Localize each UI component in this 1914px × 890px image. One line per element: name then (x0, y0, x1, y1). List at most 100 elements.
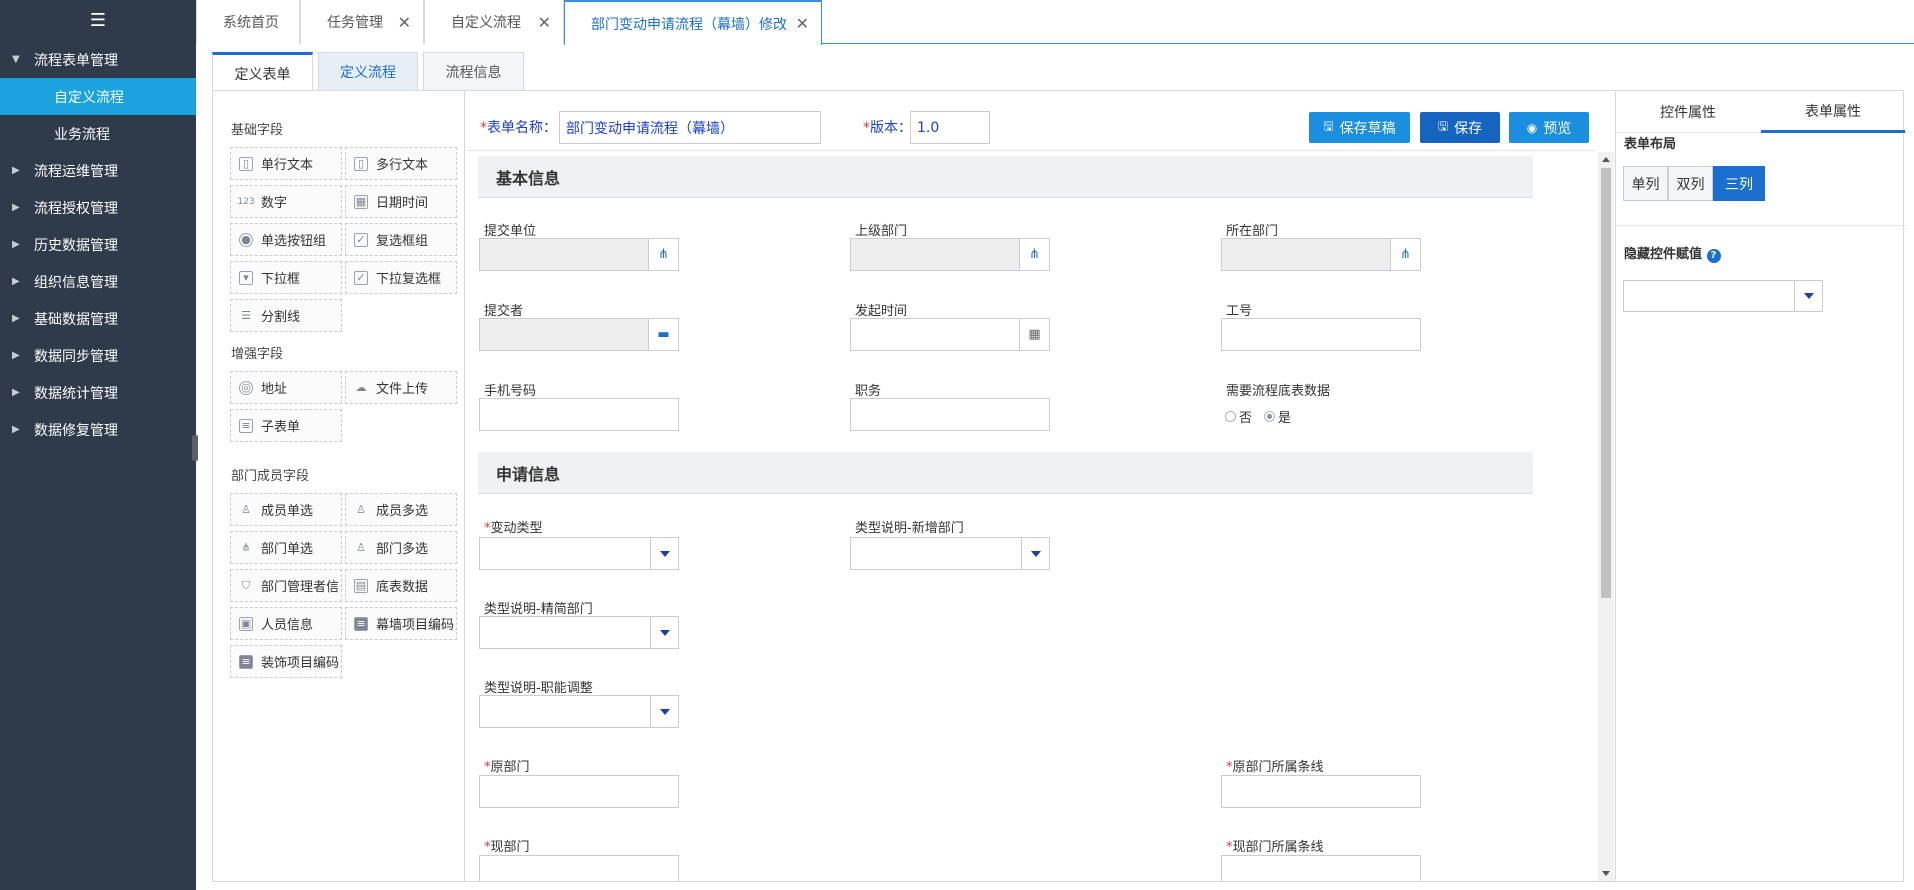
scrollbar-thumb[interactable] (1601, 168, 1611, 598)
start-time-input[interactable]: ▦ (850, 318, 1050, 351)
field-datetime[interactable]: ▦ 日期时间 (345, 185, 457, 218)
caret-right-icon: ▶ (12, 424, 20, 435)
field-label: 类型说明-新增部门 (855, 521, 964, 536)
field-dept-manager[interactable]: ⛉ 部门管理者信 (230, 569, 342, 602)
version-input[interactable]: 1.0 (910, 111, 990, 144)
chevron-down-icon[interactable] (650, 538, 678, 569)
tab-control-props[interactable]: 控件属性 (1616, 91, 1760, 133)
tab-flow-info[interactable]: 流程信息 (423, 52, 524, 90)
layout-double[interactable]: 双列 (1668, 166, 1713, 201)
contact-card-icon[interactable]: ▬ (648, 319, 678, 350)
multi-dropdown-icon: ✓ (354, 270, 368, 285)
close-icon[interactable]: ✕ (398, 13, 411, 32)
field-file-upload[interactable]: ☁ 文件上传 (345, 371, 457, 404)
sidebar-collapse-handle[interactable] (192, 435, 198, 461)
sidebar-item-label: 数据同步管理 (34, 348, 118, 365)
tab-define-flow[interactable]: 定义流程 (318, 52, 418, 90)
field-address[interactable]: ◎ 地址 (230, 371, 342, 404)
field-dept-single[interactable]: ⋔ 部门单选 (230, 531, 342, 564)
field-member-multi[interactable]: ♙ 成员多选 (345, 493, 457, 526)
type-function-select[interactable] (479, 695, 679, 728)
tab-form-props[interactable]: 表单属性 (1761, 91, 1905, 133)
form-canvas: *表单名称： 部门变动申请流程（幕墙） *版本： 1.0 🖫 保存草稿 🖫 保存 ◉… (466, 91, 1596, 881)
chevron-down-icon[interactable] (1794, 281, 1822, 311)
new-dept-input[interactable] (479, 855, 679, 881)
scroll-down-icon[interactable] (1602, 871, 1610, 876)
field-member-single[interactable]: ♙ 成员单选 (230, 493, 342, 526)
tab-task-mgmt[interactable]: 任务管理 ✕ (300, 0, 424, 44)
field-curtain-wall-code[interactable]: ≡ 幕墙项目编码 (345, 607, 457, 640)
org-chart-icon[interactable]: ⋔ (1019, 239, 1049, 270)
help-icon[interactable]: ? (1706, 249, 1721, 263)
position-input[interactable] (850, 398, 1050, 431)
current-dept-input[interactable]: ⋔ (1221, 238, 1421, 271)
org-chart-icon[interactable]: ⋔ (1390, 239, 1420, 270)
form-scrollbar[interactable] (1598, 152, 1614, 881)
sidebar-item-form-mgmt[interactable]: ▼ 流程表单管理 (0, 41, 196, 78)
org-chart-icon[interactable]: ⋔ (648, 239, 678, 270)
scroll-up-icon[interactable] (1602, 157, 1610, 162)
sidebar-subitem-custom-flow[interactable]: 自定义流程 (0, 78, 196, 115)
section-basic-info: 基本信息 (478, 156, 1533, 198)
field-single-text[interactable]: ▯ 单行文本 (230, 147, 342, 180)
field-decoration-code[interactable]: ≡ 装饰项目编码 (230, 645, 342, 678)
orig-dept-line-input[interactable] (1221, 775, 1421, 808)
sidebar-item-label: 历史数据管理 (34, 237, 118, 254)
field-divider[interactable]: ☰ 分割线 (230, 299, 342, 332)
form-name-input[interactable]: 部门变动申请流程（幕墙） (559, 111, 821, 144)
new-dept-line-input[interactable] (1221, 855, 1421, 881)
radio-no[interactable] (1225, 411, 1236, 422)
tab-custom-flow[interactable]: 自定义流程 ✕ (424, 0, 564, 44)
phone-input[interactable] (479, 398, 679, 431)
field-label: 成员多选 (376, 504, 429, 519)
field-subform[interactable]: ≡ 子表单 (230, 409, 342, 442)
button-label: 保存草稿 (1339, 120, 1396, 137)
chevron-down-icon[interactable] (650, 617, 678, 648)
submit-unit-input[interactable]: ⋔ (479, 238, 679, 271)
change-type-select[interactable] (479, 537, 679, 570)
field-base-table[interactable]: ▤ 底表数据 (345, 569, 457, 602)
layout-single[interactable]: 单列 (1623, 166, 1668, 201)
close-icon[interactable]: ✕ (538, 13, 551, 32)
segment-label: 双列 (1676, 176, 1705, 193)
sidebar-item-label: 数据统计管理 (34, 385, 118, 402)
calendar-icon[interactable]: ▦ (1019, 319, 1049, 350)
menu-toggle-icon[interactable]: ☰ (0, 0, 196, 40)
tab-home[interactable]: 系统首页 (196, 0, 300, 44)
chevron-down-icon[interactable] (650, 696, 678, 727)
type-simplify-select[interactable] (479, 616, 679, 649)
preview-button[interactable]: ◉ 预览 (1509, 112, 1589, 143)
sidebar-subitem-business-flow[interactable]: 业务流程 (0, 115, 196, 152)
field-person-info[interactable]: ▣ 人员信息 (230, 607, 342, 640)
save-button[interactable]: 🖫 保存 (1420, 112, 1500, 143)
sidebar-item-auth[interactable]: ▶ 流程授权管理 (0, 189, 196, 226)
save-draft-button[interactable]: 🖫 保存草稿 (1309, 112, 1410, 143)
field-dept-multi[interactable]: ♙ 部门多选 (345, 531, 457, 564)
hidden-value-select[interactable] (1623, 280, 1823, 312)
radio-yes[interactable] (1264, 411, 1276, 422)
field-multi-select[interactable]: ✓ 下拉复选框 (345, 261, 457, 294)
field-checkbox-group[interactable]: ✓ 复选框组 (345, 223, 457, 256)
sidebar-item-basic-data[interactable]: ▶ 基础数据管理 (0, 300, 196, 337)
sidebar-item-sync[interactable]: ▶ 数据同步管理 (0, 337, 196, 374)
close-icon[interactable]: ✕ (796, 14, 809, 33)
submitter-input[interactable]: ▬ (479, 318, 679, 351)
field-select[interactable]: ▾ 下拉框 (230, 261, 342, 294)
sidebar-item-org[interactable]: ▶ 组织信息管理 (0, 263, 196, 300)
field-radio-group[interactable]: ● 单选按钮组 (230, 223, 342, 256)
sidebar-item-stats[interactable]: ▶ 数据统计管理 (0, 374, 196, 411)
sidebar-item-history[interactable]: ▶ 历史数据管理 (0, 226, 196, 263)
layout-triple[interactable]: 三列 (1713, 166, 1765, 201)
employee-no-input[interactable] (1221, 318, 1421, 351)
sidebar-item-repair[interactable]: ▶ 数据修复管理 (0, 411, 196, 448)
type-new-dept-select[interactable] (850, 537, 1050, 570)
field-number[interactable]: 123 数字 (230, 185, 342, 218)
orig-dept-input[interactable] (479, 775, 679, 808)
sidebar-item-ops[interactable]: ▶ 流程运维管理 (0, 152, 196, 189)
chevron-down-icon[interactable] (1021, 538, 1049, 569)
field-label: 单行文本 (261, 158, 314, 173)
tab-define-form[interactable]: 定义表单 (212, 52, 313, 92)
field-multi-text[interactable]: ▯ 多行文本 (345, 147, 457, 180)
parent-dept-input[interactable]: ⋔ (850, 238, 1050, 271)
tab-dept-change-edit[interactable]: 部门变动申请流程（幕墙）修改 ✕ (564, 0, 822, 45)
